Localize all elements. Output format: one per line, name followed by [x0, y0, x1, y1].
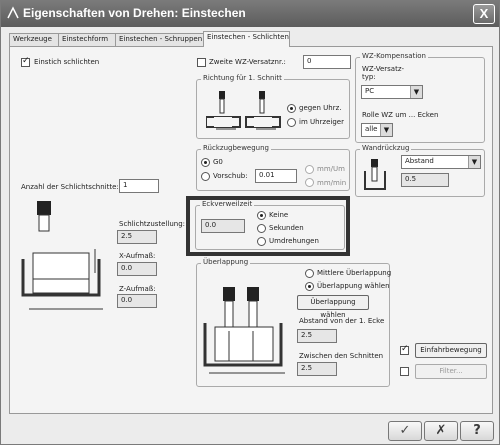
- im-uhrzeiger-label: im Uhrzeiger: [299, 118, 344, 126]
- wz-versatztyp-label: WZ-Versatz- typ:: [362, 65, 405, 81]
- ueberlappung-diagram-icon: [203, 287, 285, 374]
- wandrueckzug-select[interactable]: Abstand ▼: [401, 155, 481, 169]
- help-icon: ?: [473, 423, 481, 438]
- g0-label: G0: [213, 158, 223, 166]
- x-icon: ✗: [435, 423, 447, 438]
- einfahrbewegung-checkbox[interactable]: [400, 344, 409, 355]
- wandrueckzug-legend: Wandrückzug: [360, 144, 412, 152]
- mittlere-ueberlappung-radio[interactable]: [305, 269, 314, 278]
- gegen-uhrzeiger-radio[interactable]: [287, 104, 296, 113]
- mm-um-label: mm/Um: [317, 165, 345, 173]
- chevron-down-icon[interactable]: ▼: [468, 156, 480, 168]
- mittlere-ueberlappung-label: Mittlere Überlappung: [317, 269, 392, 277]
- close-button[interactable]: X: [473, 4, 495, 24]
- ueberlappung-waehlen-radio[interactable]: [305, 282, 314, 291]
- wandrueckzug-select-value: Abstand: [405, 157, 434, 165]
- wz-kompensation-legend: WZ-Kompensation: [360, 52, 428, 60]
- abstand-erste-ecke-label: Abstand von der 1. Ecke: [299, 317, 385, 325]
- filter-checkbox[interactable]: [400, 367, 409, 376]
- cancel-button[interactable]: ✗: [424, 421, 458, 441]
- zwischen-schnitten-input[interactable]: 2.5: [297, 362, 337, 376]
- mm-min-label: mm/min: [317, 179, 347, 187]
- rolle-wz-value: alle: [365, 125, 378, 133]
- zweite-wz-input[interactable]: 0: [303, 55, 351, 69]
- ok-button[interactable]: ✓: [388, 421, 422, 441]
- highlight-box: [186, 196, 350, 256]
- x-aufmass-input[interactable]: 0.0: [117, 262, 157, 276]
- zweite-wz-checkbox[interactable]: [197, 58, 206, 67]
- im-uhrzeiger-radio[interactable]: [287, 118, 296, 127]
- wz-versatztyp-value: PC: [365, 87, 375, 95]
- window-title: Eigenschaften von Drehen: Einstechen: [23, 6, 246, 20]
- wandrueckzug-value-input[interactable]: 0.5: [401, 173, 449, 187]
- tab-einstechen-schruppen[interactable]: Einstechen - Schruppen: [115, 33, 204, 46]
- mm-min-radio[interactable]: [305, 178, 314, 187]
- chevron-down-icon[interactable]: ▼: [410, 86, 422, 98]
- einstich-schlichten-label: Einstich schlichten: [34, 58, 100, 66]
- zweite-wz-label: Zweite WZ-Versatznr.:: [209, 58, 286, 66]
- help-button[interactable]: ?: [460, 421, 494, 441]
- dialog-window: Eigenschaften von Drehen: Einstechen X W…: [0, 0, 500, 445]
- einstich-schlichten-checkbox[interactable]: [21, 56, 30, 67]
- app-icon: [7, 6, 19, 19]
- rueckzug-legend: Rückzugbewegung: [201, 144, 271, 152]
- vorschub-radio[interactable]: [201, 172, 210, 181]
- abstand-erste-ecke-input[interactable]: 2.5: [297, 329, 337, 343]
- z-aufmass-label: Z-Aufmaß:: [119, 285, 156, 293]
- tab-werkzeuge[interactable]: Werkzeuge: [9, 33, 59, 46]
- rolle-wz-label: Rolle WZ um ... Ecken: [362, 111, 439, 119]
- gegen-uhrzeiger-label: gegen Uhrz.: [299, 104, 342, 112]
- x-aufmass-label: X-Aufmaß:: [119, 252, 156, 260]
- anzahl-schlichtschnitte-input[interactable]: 1: [119, 179, 159, 193]
- mm-um-radio[interactable]: [305, 165, 314, 174]
- vorschub-label: Vorschub:: [213, 172, 248, 180]
- rolle-wz-select[interactable]: alle ▼: [361, 123, 393, 137]
- ueberlappung-waehlen-button[interactable]: Überlappung wählen: [297, 295, 369, 319]
- title-bar[interactable]: Eigenschaften von Drehen: Einstechen X: [1, 1, 499, 27]
- einfahrbewegung-button[interactable]: Einfahrbewegung: [415, 343, 487, 358]
- filter-button[interactable]: Filter...: [415, 364, 487, 379]
- anzahl-schlichtschnitte-label: Anzahl der Schlichtschnitte:: [21, 183, 119, 191]
- tab-einstechform[interactable]: Einstechform: [58, 33, 116, 46]
- chevron-down-icon[interactable]: ▼: [380, 124, 392, 136]
- g0-radio[interactable]: [201, 158, 210, 167]
- tab-einstechen-schlichten[interactable]: Einstechen - Schlichten: [203, 31, 290, 47]
- wandrueckzug-diagram-icon: [364, 159, 386, 190]
- check-icon: ✓: [399, 423, 411, 438]
- z-aufmass-input[interactable]: 0.0: [117, 294, 157, 308]
- richtung-legend: Richtung für 1. Schnitt: [201, 74, 284, 82]
- ueberlappung-legend: Überlappung: [201, 258, 251, 266]
- zwischen-schnitten-label: Zwischen den Schnitten: [299, 352, 384, 360]
- schlichtzustellung-label: Schlichtzustellung:: [119, 220, 186, 228]
- schlichten-diagram-icon: [21, 201, 103, 310]
- vorschub-input[interactable]: 0.01: [255, 169, 297, 183]
- ueberlappung-waehlen-label: Überlappung wählen: [317, 282, 390, 290]
- richtung-diagram-icon: [206, 91, 281, 130]
- schlichtzustellung-input[interactable]: 2.5: [117, 230, 157, 244]
- wz-versatztyp-select[interactable]: PC ▼: [361, 85, 423, 99]
